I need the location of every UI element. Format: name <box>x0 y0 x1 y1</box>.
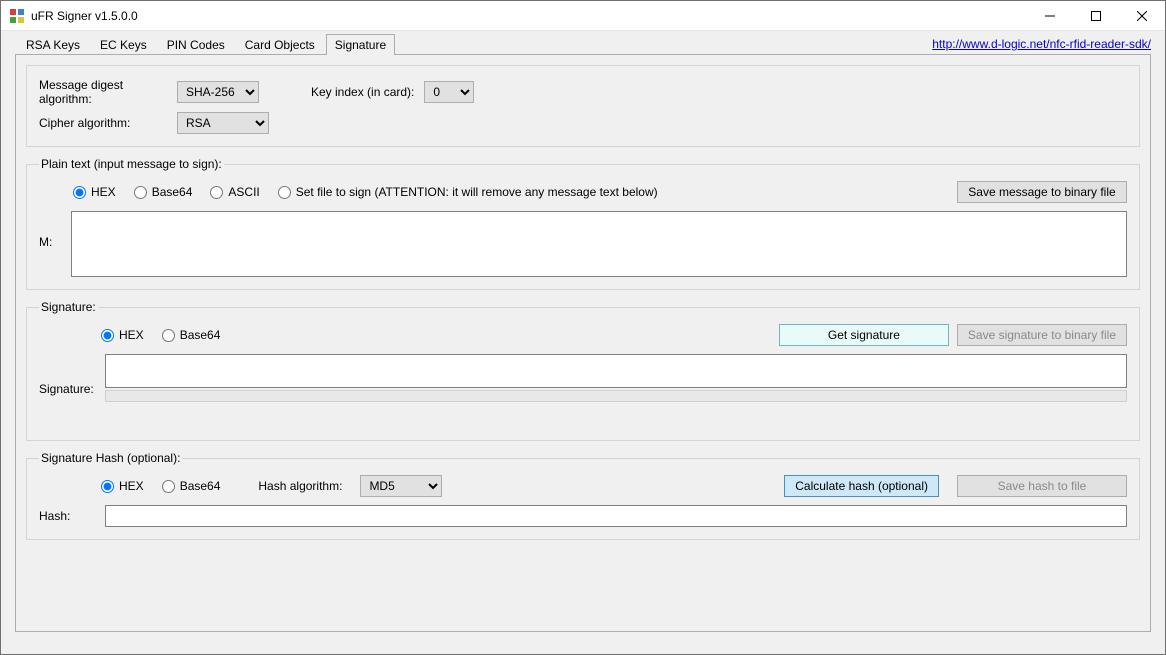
signature-scrollbar[interactable] <box>105 390 1127 402</box>
hash-radio-hex[interactable]: HEX <box>101 479 144 493</box>
tab-pin-codes[interactable]: PIN Codes <box>158 34 234 55</box>
tab-ec-keys[interactable]: EC Keys <box>91 34 156 55</box>
minimize-button[interactable] <box>1027 1 1073 30</box>
signature-legend: Signature: <box>39 300 98 314</box>
digest-label: Message digest algorithm: <box>39 78 167 106</box>
close-button[interactable] <box>1119 1 1165 30</box>
plaintext-legend: Plain text (input message to sign): <box>39 157 224 171</box>
titlebar: uFR Signer v1.5.0.0 <box>1 1 1165 31</box>
plain-radio-hex[interactable]: HEX <box>73 185 116 199</box>
sig-radio-base64[interactable]: Base64 <box>162 328 221 342</box>
app-window: uFR Signer v1.5.0.0 http://www.d-logic.n… <box>0 0 1166 655</box>
plain-radio-file[interactable]: Set file to sign (ATTENTION: it will rem… <box>278 185 658 199</box>
keyindex-select[interactable]: 0 <box>424 81 474 103</box>
tab-strip: RSA Keys EC Keys PIN Codes Card Objects … <box>15 33 1151 54</box>
tab-card-objects[interactable]: Card Objects <box>236 34 324 55</box>
hash-label: Hash: <box>39 509 97 523</box>
calculate-hash-button[interactable]: Calculate hash (optional) <box>784 475 939 497</box>
cipher-label: Cipher algorithm: <box>39 116 167 130</box>
hash-legend: Signature Hash (optional): <box>39 451 182 465</box>
tab-panel-signature: Message digest algorithm: SHA-256 Key in… <box>15 54 1151 632</box>
save-signature-button[interactable]: Save signature to binary file <box>957 324 1127 346</box>
window-title: uFR Signer v1.5.0.0 <box>31 9 138 23</box>
hash-group: Signature Hash (optional): HEX Base64 Ha… <box>26 451 1140 540</box>
hash-radio-base64[interactable]: Base64 <box>162 479 221 493</box>
get-signature-button[interactable]: Get signature <box>779 324 949 346</box>
plain-radio-base64[interactable]: Base64 <box>134 185 193 199</box>
message-input[interactable] <box>71 211 1127 277</box>
hash-algo-select[interactable]: MD5 <box>360 475 442 497</box>
sig-radio-hex[interactable]: HEX <box>101 328 144 342</box>
message-label: M: <box>39 211 63 249</box>
tab-rsa-keys[interactable]: RSA Keys <box>17 34 89 55</box>
signature-group: Signature: HEX Base64 Get signature Save… <box>26 300 1140 441</box>
digest-select[interactable]: SHA-256 <box>177 81 259 103</box>
app-icon <box>9 8 25 24</box>
signature-label: Signature: <box>39 354 97 396</box>
keyindex-label: Key index (in card): <box>311 85 414 99</box>
cipher-select[interactable]: RSA <box>177 112 269 134</box>
save-hash-button[interactable]: Save hash to file <box>957 475 1127 497</box>
save-message-button[interactable]: Save message to binary file <box>957 181 1127 203</box>
hash-output[interactable] <box>105 505 1127 527</box>
tab-signature[interactable]: Signature <box>326 34 395 55</box>
window-controls <box>1027 1 1165 30</box>
plaintext-group: Plain text (input message to sign): HEX … <box>26 157 1140 290</box>
hash-algo-label: Hash algorithm: <box>258 479 342 493</box>
algorithm-group: Message digest algorithm: SHA-256 Key in… <box>26 65 1140 147</box>
plain-radio-ascii[interactable]: ASCII <box>210 185 259 199</box>
signature-output[interactable] <box>105 354 1127 388</box>
maximize-button[interactable] <box>1073 1 1119 30</box>
